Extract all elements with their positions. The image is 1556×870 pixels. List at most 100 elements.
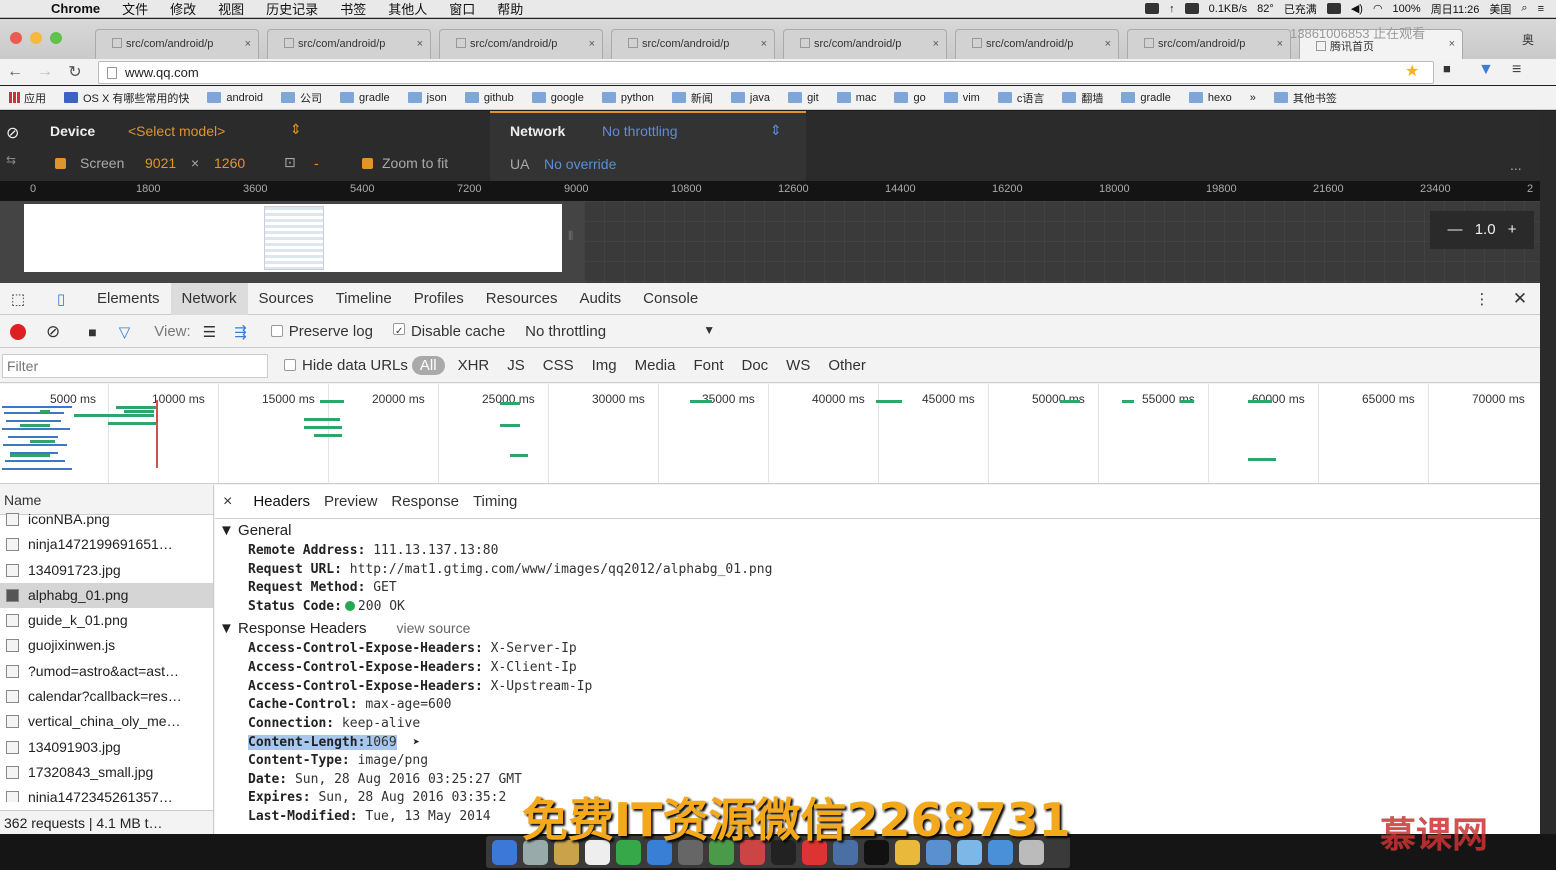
- menu-item-file[interactable]: 文件: [111, 0, 159, 18]
- menu-item-people[interactable]: 其他人: [377, 0, 438, 18]
- record-icon[interactable]: [10, 323, 26, 340]
- tab-response[interactable]: Response: [384, 493, 466, 510]
- swap-dimensions-icon[interactable]: ⊡: [284, 154, 296, 171]
- bookmark-other[interactable]: 其他书签: [1265, 90, 1346, 106]
- filter-type-font[interactable]: Font: [684, 357, 732, 374]
- filter-type-ws[interactable]: WS: [777, 357, 819, 374]
- overview-icon[interactable]: ⇶: [234, 323, 247, 341]
- filter-input[interactable]: [2, 353, 268, 378]
- bookmark-folder[interactable]: 新闻: [663, 90, 722, 106]
- battery-status[interactable]: 已充满: [1284, 1, 1317, 17]
- browser-tab[interactable]: src/com/android/p ×: [95, 29, 259, 59]
- resize-handle-icon[interactable]: ⦀: [568, 229, 573, 244]
- extension-icon[interactable]: ■: [1443, 61, 1451, 76]
- menu-item-view[interactable]: 视图: [207, 0, 255, 18]
- tab-timeline[interactable]: Timeline: [325, 283, 403, 315]
- bookmark-apps[interactable]: 应用: [0, 90, 55, 106]
- toggle-icon[interactable]: ⇆: [6, 153, 16, 167]
- close-icon[interactable]: ×: [761, 38, 767, 50]
- request-row[interactable]: 17320843_small.jpg: [0, 760, 213, 785]
- tab-console[interactable]: Console: [632, 283, 709, 315]
- status-app-icon[interactable]: [1184, 3, 1199, 14]
- bookmark-folder[interactable]: 翻墙: [1053, 90, 1112, 106]
- zoom-window-button[interactable]: [50, 32, 62, 44]
- filter-funnel-icon[interactable]: ▽: [119, 323, 131, 341]
- filter-type-doc[interactable]: Doc: [732, 357, 777, 374]
- bookmark-folder[interactable]: google: [523, 92, 593, 104]
- zoom-out-button[interactable]: —: [1448, 221, 1463, 238]
- select-arrows-icon[interactable]: ⇕: [290, 121, 302, 138]
- browser-tab[interactable]: src/com/android/p ×: [611, 29, 775, 59]
- volume-icon[interactable]: ◀): [1351, 2, 1363, 15]
- close-icon[interactable]: ×: [417, 38, 423, 50]
- emulated-page[interactable]: [24, 204, 562, 272]
- menu-item-help[interactable]: 帮助: [486, 0, 534, 18]
- view-source-link[interactable]: view source: [396, 620, 470, 636]
- menu-item-window[interactable]: 窗口: [438, 0, 486, 18]
- screen-height-input[interactable]: 1260: [214, 155, 245, 171]
- preserve-log-checkbox[interactable]: Preserve log: [270, 323, 373, 340]
- capture-screenshots-icon[interactable]: ■: [88, 324, 96, 340]
- request-row[interactable]: calendar?callback=res…: [0, 684, 213, 709]
- menu-item-bookmarks[interactable]: 书签: [329, 0, 377, 18]
- section-response-headers[interactable]: ▼ Response Headers view source: [215, 620, 1540, 640]
- bookmark-folder[interactable]: vim: [935, 92, 989, 104]
- filter-type-media[interactable]: Media: [626, 357, 685, 374]
- close-window-button[interactable]: [10, 32, 22, 44]
- throttling-select[interactable]: No throttling ▼: [525, 323, 715, 340]
- request-row[interactable]: guide_k_01.png: [0, 608, 213, 633]
- request-row[interactable]: ninja1472345261357…: [0, 785, 213, 802]
- disable-cache-checkbox[interactable]: Disable cache: [392, 323, 505, 340]
- forward-arrow-icon[interactable]: →: [30, 63, 60, 81]
- input-method[interactable]: 美国: [1489, 1, 1511, 17]
- menu-app-chrome[interactable]: Chrome: [40, 1, 111, 16]
- close-icon[interactable]: ×: [933, 38, 939, 50]
- request-row[interactable]: 134091723.jpg: [0, 558, 213, 583]
- bookmark-folder[interactable]: mac: [828, 92, 886, 104]
- kebab-menu-icon[interactable]: ⋮: [1464, 290, 1500, 308]
- request-row[interactable]: iconNBA.png: [0, 507, 213, 532]
- bookmark-folder[interactable]: c语言: [989, 90, 1054, 106]
- bookmark-folder[interactable]: 公司: [272, 90, 331, 106]
- back-arrow-icon[interactable]: ←: [0, 63, 30, 81]
- bookmark-folder[interactable]: json: [399, 92, 456, 104]
- request-row[interactable]: vertical_china_oly_me…: [0, 709, 213, 734]
- browser-tab[interactable]: src/com/android/p ×: [267, 29, 431, 59]
- no-emulation-icon[interactable]: ⊘: [6, 123, 19, 143]
- tab-headers[interactable]: Headers: [246, 493, 317, 510]
- inspect-element-icon[interactable]: ⬚: [0, 290, 36, 308]
- bookmark-folder[interactable]: gradle: [331, 92, 399, 104]
- browser-tab[interactable]: src/com/android/p ×: [783, 29, 947, 59]
- close-icon[interactable]: ×: [589, 38, 595, 50]
- tab-timing[interactable]: Timing: [466, 493, 524, 510]
- request-row[interactable]: guojixinwen.js: [0, 633, 213, 658]
- ua-override-input[interactable]: No override: [544, 156, 616, 172]
- tab-network[interactable]: Network: [170, 282, 248, 315]
- select-arrows-icon[interactable]: ⇕: [770, 122, 782, 139]
- tab-sources[interactable]: Sources: [248, 283, 325, 315]
- reload-icon[interactable]: ↻: [60, 62, 90, 82]
- request-row[interactable]: ?umod=astro&act=ast…: [0, 659, 213, 684]
- close-icon[interactable]: ×: [1277, 38, 1283, 50]
- device-mode-icon[interactable]: ▯: [36, 290, 86, 308]
- bookmark-folder[interactable]: git: [779, 92, 828, 104]
- bookmarks-overflow[interactable]: »: [1241, 92, 1265, 104]
- tab-elements[interactable]: Elements: [86, 283, 171, 315]
- large-rows-icon[interactable]: ☰: [203, 323, 216, 341]
- bookmark-folder[interactable]: gradle: [1112, 92, 1180, 104]
- bookmark-item[interactable]: OS X 有哪些常用的快: [55, 90, 198, 106]
- zoom-to-fit-checkbox[interactable]: [362, 158, 373, 169]
- filter-type-xhr[interactable]: XHR: [449, 357, 499, 374]
- section-general[interactable]: ▼ General: [215, 522, 1540, 542]
- clock[interactable]: 周日11:26: [1431, 1, 1480, 17]
- close-icon[interactable]: ×: [1449, 38, 1455, 50]
- filter-type-other[interactable]: Other: [819, 357, 875, 374]
- bookmark-folder[interactable]: go: [885, 92, 934, 104]
- window-scrollbar[interactable]: [1540, 111, 1556, 834]
- filter-type-css[interactable]: CSS: [534, 357, 583, 374]
- clear-icon[interactable]: ⊘: [46, 322, 60, 342]
- request-row[interactable]: 134091903.jpg: [0, 735, 213, 760]
- status-app-icon[interactable]: [1145, 3, 1160, 14]
- bookmark-folder[interactable]: android: [198, 92, 272, 104]
- filter-type-img[interactable]: Img: [583, 357, 626, 374]
